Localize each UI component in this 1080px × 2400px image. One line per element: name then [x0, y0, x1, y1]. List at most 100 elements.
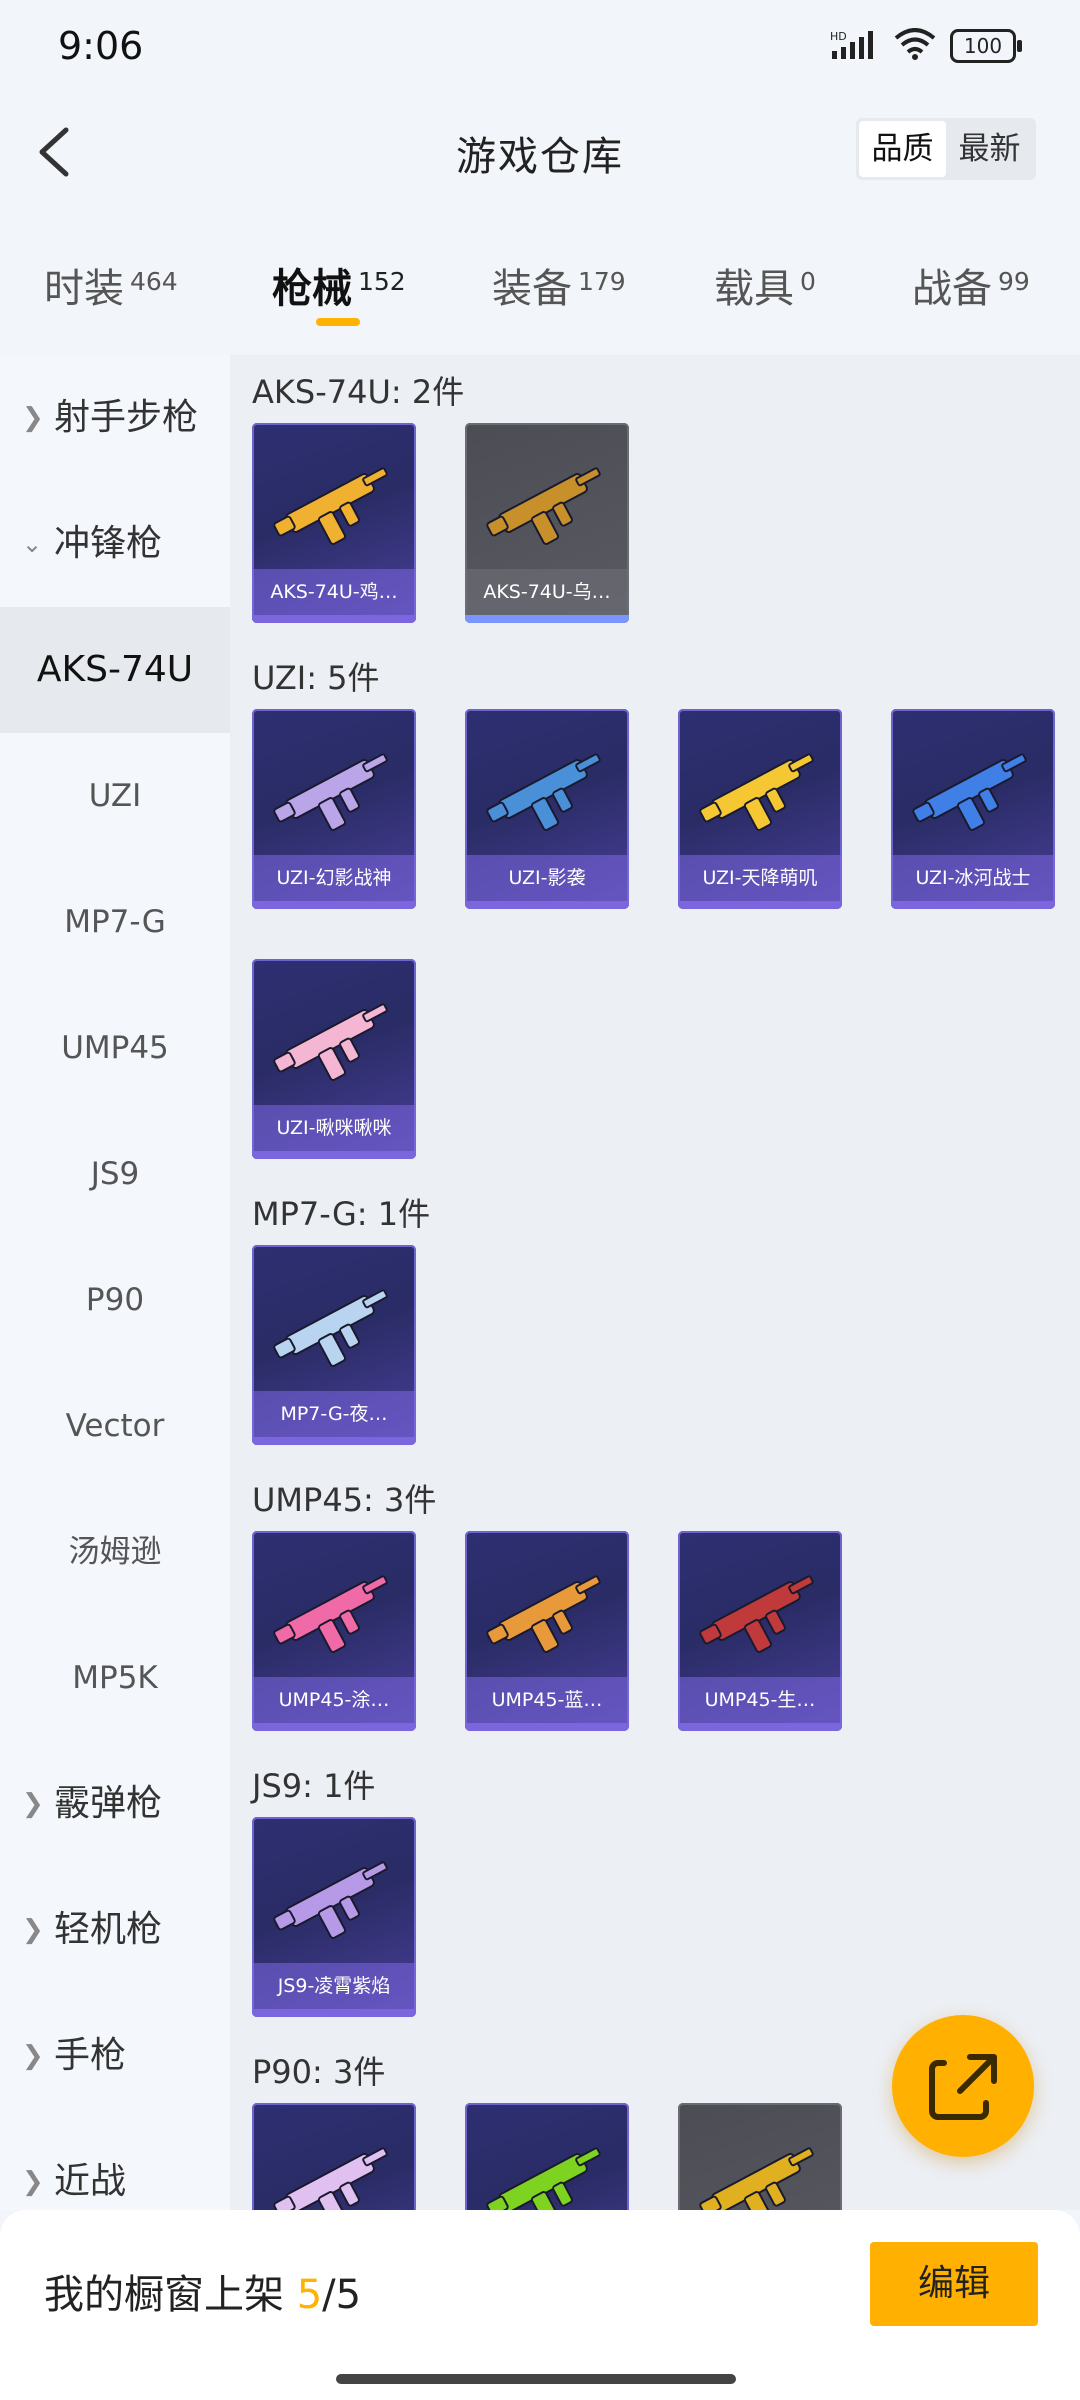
tab-count: 179: [578, 267, 626, 296]
weapon-name: AKS-74U-鸡…: [252, 569, 416, 615]
weapon-skin-icon: [486, 1575, 601, 1653]
tab-label: 枪械: [272, 266, 352, 312]
weapon-card[interactable]: UMP45-蓝…: [465, 1531, 629, 1731]
weapon-card[interactable]: [252, 2103, 416, 2210]
status-time: 9:06: [58, 24, 144, 68]
tab-count: 464: [130, 267, 178, 296]
weapon-card[interactable]: AKS-74U-乌…: [465, 423, 629, 623]
weapon-card[interactable]: [678, 2103, 842, 2210]
home-indicator[interactable]: [336, 2374, 736, 2384]
weapon-card[interactable]: [465, 2103, 629, 2210]
quality-bar: [678, 901, 842, 909]
sidebar-group-label: 手枪: [54, 2035, 127, 2076]
status-icons: HD 100: [830, 28, 1022, 64]
sidebar-group-pistol[interactable]: ❯ 手枪: [0, 1993, 230, 2119]
weapon-card[interactable]: UZI-冰河战士: [891, 709, 1055, 909]
sidebar-group-marksman[interactable]: ❯ 射手步枪: [0, 355, 230, 481]
chevron-right-icon: ❯: [22, 1915, 44, 1945]
weapon-type-sidebar: ❯ 射手步枪 ⌄ 冲锋枪 AKS-74U UZI MP7-G UMP45 JS9…: [0, 355, 230, 2210]
sort-newest[interactable]: 最新: [946, 121, 1033, 177]
sidebar-group-smg[interactable]: ⌄ 冲锋枪: [0, 481, 230, 607]
category-tabs: 时装 464 枪械 152 装备 179 载具 0 战备 99: [0, 230, 1080, 340]
quality-bar: [678, 1723, 842, 1731]
section-title: JS9: 1件: [252, 1767, 376, 1805]
tab-label: 装备: [492, 266, 572, 312]
showcase-bar: 我的橱窗上架 5/5 编辑: [0, 2210, 1080, 2400]
sidebar-item-thompson[interactable]: 汤姆逊: [0, 1489, 230, 1615]
tab-fashion[interactable]: 时装 464: [44, 256, 178, 314]
share-button[interactable]: [892, 2015, 1034, 2157]
showcase-current: 5: [296, 2272, 323, 2318]
quality-bar: [465, 901, 629, 909]
sidebar-group-label: 轻机枪: [54, 1909, 163, 1950]
signal-icon: HD: [830, 29, 880, 63]
weapon-skin-icon: [273, 1861, 388, 1939]
weapon-card[interactable]: UZI-啾咪啾咪: [252, 959, 416, 1159]
chevron-right-icon: ❯: [22, 1789, 44, 1819]
weapon-card[interactable]: UZI-影袭: [465, 709, 629, 909]
weapon-skin-icon: [486, 2147, 601, 2210]
weapon-name: UMP45-生…: [678, 1677, 842, 1723]
sidebar-group-lmg[interactable]: ❯ 轻机枪: [0, 1867, 230, 1993]
tab-vehicles[interactable]: 载具 0: [714, 256, 816, 314]
wifi-icon: [894, 28, 936, 64]
showcase-label: 我的橱窗上架: [44, 2272, 284, 2318]
weapon-card[interactable]: UZI-幻影战神: [252, 709, 416, 909]
tab-equipment[interactable]: 装备 179: [492, 256, 626, 314]
quality-bar: [465, 615, 629, 623]
weapon-skin-icon: [273, 1575, 388, 1653]
sidebar-group-label: 霰弹枪: [54, 1783, 163, 1824]
weapon-name: JS9-凌霄紫焰: [252, 1963, 416, 2009]
sidebar-item-uzi[interactable]: UZI: [0, 733, 230, 859]
weapon-skin-icon: [486, 467, 601, 545]
showcase-total: /5: [322, 2272, 362, 2318]
weapon-card[interactable]: UMP45-涂…: [252, 1531, 416, 1731]
weapon-name: UZI-冰河战士: [891, 855, 1055, 901]
weapon-skin-icon: [273, 1003, 388, 1081]
sidebar-item-ump45[interactable]: UMP45: [0, 985, 230, 1111]
sidebar-item-aks74u[interactable]: AKS-74U: [0, 607, 230, 733]
weapon-card[interactable]: AKS-74U-鸡…: [252, 423, 416, 623]
chevron-right-icon: ❯: [22, 2041, 44, 2071]
weapon-name: MP7-G-夜…: [252, 1391, 416, 1437]
sidebar-item-mp7g[interactable]: MP7-G: [0, 859, 230, 985]
sidebar-group-shotgun[interactable]: ❯ 霰弹枪: [0, 1741, 230, 1867]
weapon-card[interactable]: UMP45-生…: [678, 1531, 842, 1731]
weapon-card[interactable]: UZI-天降萌叽: [678, 709, 842, 909]
weapon-skin-icon: [699, 753, 814, 831]
weapon-skin-icon: [912, 753, 1027, 831]
tab-label: 战备: [912, 266, 992, 312]
svg-text:HD: HD: [830, 30, 847, 43]
weapon-name: UZI-影袭: [465, 855, 629, 901]
quality-bar: [891, 901, 1055, 909]
sidebar-item-mp5k[interactable]: MP5K: [0, 1615, 230, 1741]
section-title: MP7-G: 1件: [252, 1195, 431, 1233]
section-title: UZI: 5件: [252, 659, 380, 697]
section-title: P90: 3件: [252, 2053, 386, 2091]
weapon-skin-icon: [273, 753, 388, 831]
sort-quality[interactable]: 品质: [859, 121, 946, 177]
section-title: UMP45: 3件: [252, 1481, 437, 1519]
sidebar-item-js9[interactable]: JS9: [0, 1111, 230, 1237]
weapon-name: UZI-天降萌叽: [678, 855, 842, 901]
weapon-name: AKS-74U-乌…: [465, 569, 629, 615]
weapon-skin-icon: [273, 467, 388, 545]
weapon-skin-icon: [273, 1289, 388, 1367]
weapon-name: UMP45-涂…: [252, 1677, 416, 1723]
status-bar: 9:06 HD 100: [0, 0, 1080, 100]
sidebar-item-vector[interactable]: Vector: [0, 1363, 230, 1489]
sort-toggle: 品质 最新: [856, 118, 1036, 180]
weapon-skin-icon: [273, 2147, 388, 2210]
edit-button[interactable]: 编辑: [870, 2242, 1038, 2326]
weapon-card[interactable]: JS9-凌霄紫焰: [252, 1817, 416, 2017]
weapon-card[interactable]: MP7-G-夜…: [252, 1245, 416, 1445]
sidebar-item-p90[interactable]: P90: [0, 1237, 230, 1363]
weapon-name: UZI-啾咪啾咪: [252, 1105, 416, 1151]
tab-supplies[interactable]: 战备 99: [912, 256, 1030, 314]
quality-bar: [252, 1151, 416, 1159]
tab-guns[interactable]: 枪械 152: [272, 256, 406, 326]
quality-bar: [252, 1437, 416, 1445]
weapon-skin-icon: [486, 753, 601, 831]
header: 游戏仓库 品质 最新: [0, 100, 1080, 205]
quality-bar: [252, 901, 416, 909]
